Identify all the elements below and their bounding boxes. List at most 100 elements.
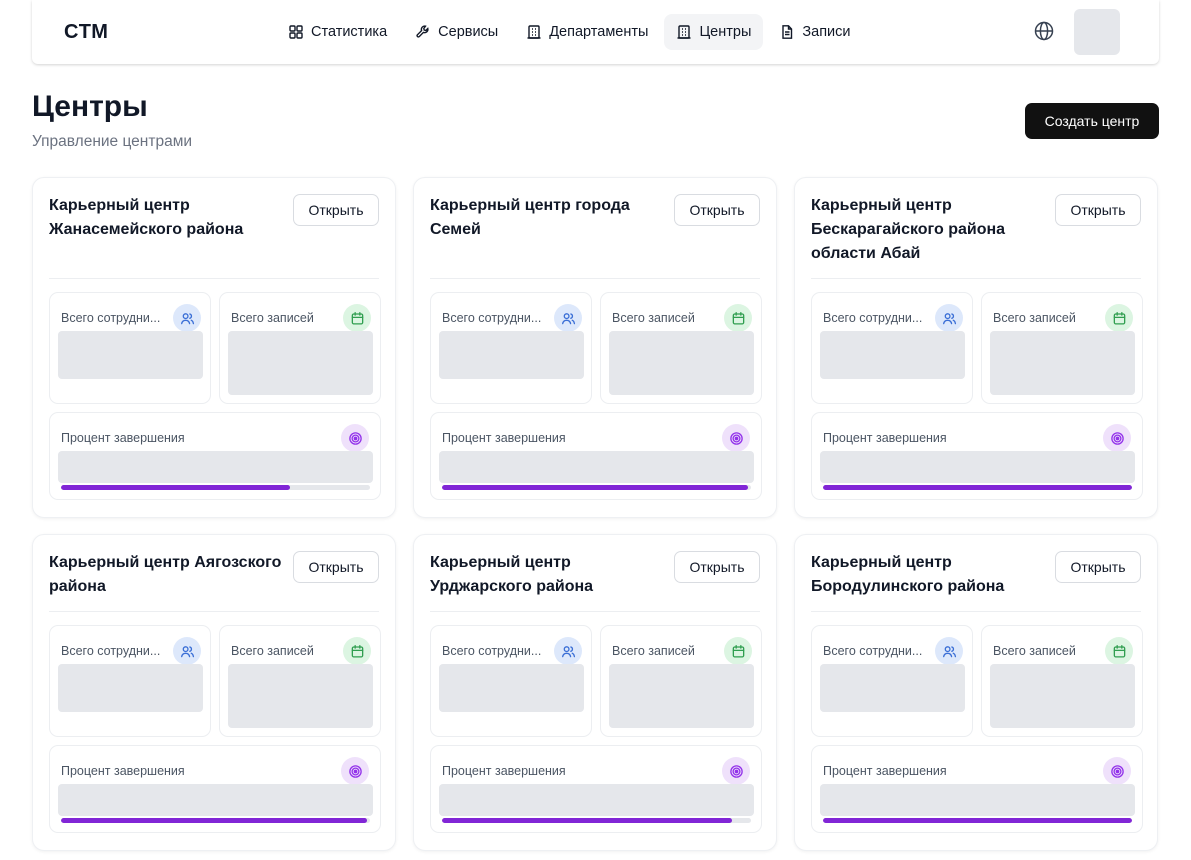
open-center-button[interactable]: Открыть xyxy=(293,194,379,226)
total-employees-stat: Всего сотрудни... xyxy=(430,292,592,404)
total-records-stat: Всего записей xyxy=(981,625,1143,737)
calendar-icon xyxy=(1105,637,1133,665)
nav-label: Центры xyxy=(699,24,752,40)
nav-label: Департаменты xyxy=(549,24,649,40)
loading-skeleton xyxy=(58,451,373,483)
target-icon xyxy=(1103,757,1131,785)
card-divider xyxy=(811,611,1141,612)
card-divider xyxy=(49,278,379,279)
stat-label: Всего записей xyxy=(231,311,314,325)
stat-label: Процент завершения xyxy=(823,764,947,778)
calendar-icon xyxy=(724,304,752,332)
stat-label: Всего записей xyxy=(993,644,1076,658)
loading-skeleton xyxy=(439,784,754,816)
nav-item-services[interactable]: Сервисы xyxy=(403,14,510,50)
loading-skeleton xyxy=(228,664,373,728)
top-navigation-bar: CTM Статистика Сервисы Департаменты Цент… xyxy=(32,0,1159,64)
stat-label: Процент завершения xyxy=(442,764,566,778)
loading-skeleton xyxy=(820,451,1135,483)
loading-skeleton xyxy=(439,331,584,379)
open-center-button[interactable]: Открыть xyxy=(1055,551,1141,583)
center-card-title: Карьерный центр города Семей xyxy=(430,197,630,238)
center-card-6: Карьерный центр Бородулинского района От… xyxy=(794,534,1158,851)
center-card-title: Карьерный центр Урджарского района xyxy=(430,554,594,595)
loading-skeleton xyxy=(228,331,373,395)
completion-percent-panel: Процент завершения xyxy=(811,745,1143,833)
stat-label: Процент завершения xyxy=(442,431,566,445)
users-icon xyxy=(935,637,963,665)
loading-skeleton xyxy=(820,784,1135,816)
open-center-button[interactable]: Открыть xyxy=(293,551,379,583)
stat-label: Всего сотрудни... xyxy=(442,644,542,658)
completion-progress-fill xyxy=(442,485,748,490)
building-icon xyxy=(677,25,691,39)
completion-percent-panel: Процент завершения xyxy=(430,745,762,833)
document-icon xyxy=(782,25,793,39)
completion-progress-bar xyxy=(61,818,370,823)
loading-skeleton xyxy=(58,784,373,816)
target-icon xyxy=(722,424,750,452)
create-center-button[interactable]: Создать центр xyxy=(1025,103,1159,139)
calendar-icon xyxy=(1105,304,1133,332)
completion-progress-bar xyxy=(442,818,751,823)
completion-progress-fill xyxy=(823,485,1132,490)
center-card-title: Карьерный центр Жанасемейского района xyxy=(49,197,244,238)
open-center-button[interactable]: Открыть xyxy=(674,194,760,226)
stat-label: Всего записей xyxy=(612,311,695,325)
nav-item-centers[interactable]: Центры xyxy=(664,14,764,50)
stat-label: Всего сотрудни... xyxy=(823,644,923,658)
nav-item-departments[interactable]: Департаменты xyxy=(514,14,660,50)
total-employees-stat: Всего сотрудни... xyxy=(811,292,973,404)
target-icon xyxy=(1103,424,1131,452)
target-icon xyxy=(722,757,750,785)
completion-progress-bar xyxy=(442,485,751,490)
loading-skeleton xyxy=(820,331,965,379)
user-avatar[interactable] xyxy=(1074,9,1120,55)
card-divider xyxy=(811,278,1141,279)
center-card-5: Карьерный центр Урджарского района Откры… xyxy=(413,534,777,851)
calendar-icon xyxy=(724,637,752,665)
total-employees-stat: Всего сотрудни... xyxy=(811,625,973,737)
target-icon xyxy=(341,757,369,785)
completion-progress-bar xyxy=(823,485,1132,490)
loading-skeleton xyxy=(820,664,965,712)
users-icon xyxy=(173,304,201,332)
total-employees-stat: Всего сотрудни... xyxy=(49,625,211,737)
calendar-icon xyxy=(343,304,371,332)
nav-label: Сервисы xyxy=(438,24,499,40)
completion-progress-bar xyxy=(823,818,1132,823)
grid-icon xyxy=(289,25,303,39)
completion-percent-panel: Процент завершения xyxy=(49,412,381,500)
page-subtitle: Управление центрами xyxy=(32,133,193,150)
app-logo[interactable]: CTM xyxy=(64,21,108,44)
building-icon xyxy=(527,25,541,39)
users-icon xyxy=(554,637,582,665)
open-center-button[interactable]: Открыть xyxy=(1055,194,1141,226)
users-icon xyxy=(554,304,582,332)
open-center-button[interactable]: Открыть xyxy=(674,551,760,583)
stat-label: Всего сотрудни... xyxy=(61,311,161,325)
page-title: Центры xyxy=(32,90,148,123)
loading-skeleton xyxy=(439,451,754,483)
center-card-2: Карьерный центр города Семей Открыть Все… xyxy=(413,177,777,518)
completion-progress-fill xyxy=(61,818,367,823)
nav-label: Записи xyxy=(802,24,851,40)
completion-percent-panel: Процент завершения xyxy=(49,745,381,833)
center-card-3: Карьерный центр Бескарагайского района о… xyxy=(794,177,1158,518)
stat-label: Всего сотрудни... xyxy=(61,644,161,658)
total-records-stat: Всего записей xyxy=(600,625,762,737)
completion-progress-fill xyxy=(61,485,290,490)
wrench-icon xyxy=(416,25,429,38)
stat-label: Всего сотрудни... xyxy=(823,311,923,325)
calendar-icon xyxy=(343,637,371,665)
stat-label: Всего записей xyxy=(612,644,695,658)
nav-item-records[interactable]: Записи xyxy=(767,14,862,50)
completion-progress-bar xyxy=(61,485,370,490)
globe-icon[interactable] xyxy=(1033,20,1055,42)
loading-skeleton xyxy=(439,664,584,712)
nav-item-statistics[interactable]: Статистика xyxy=(276,14,399,50)
card-divider xyxy=(430,611,760,612)
stat-label: Процент завершения xyxy=(61,764,185,778)
center-card-title: Карьерный центр Аягозского района xyxy=(49,554,282,595)
loading-skeleton xyxy=(990,664,1135,728)
